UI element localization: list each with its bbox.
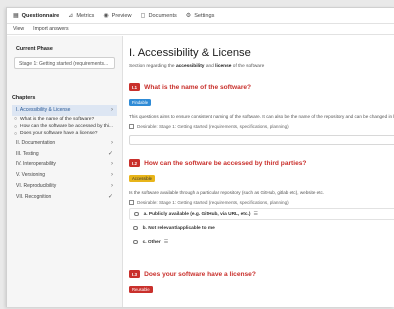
sidebar: Current Phase Stage 1: Getting started (…	[7, 36, 123, 307]
desirable-row: Desirable: Stage 1: Getting started (req…	[129, 200, 394, 205]
chapter-label: II. Documentation	[16, 139, 56, 146]
status-badge: Findable	[129, 98, 152, 107]
answer-option[interactable]: b. Not relevant/applicable to me	[129, 222, 394, 234]
phase-select[interactable]: Stage 1: Getting started (requirements..…	[14, 57, 115, 69]
sidebar-item-documentation[interactable]: II. Documentation ›	[12, 137, 117, 148]
sidebar-question[interactable]: ○ What is the name of the software?	[12, 116, 117, 123]
option-label: c. Other	[142, 239, 161, 245]
question-description: Is the software available through a part…	[129, 190, 325, 195]
import-answers-menu[interactable]: Import answers	[33, 26, 68, 32]
chevron-right-icon: ›	[111, 161, 113, 168]
answer-input[interactable]	[129, 135, 394, 145]
chapter-label: I. Accessibility & License	[16, 107, 71, 114]
sidebar-question[interactable]: ○ Does your software have a license?	[12, 130, 117, 137]
radio-icon[interactable]	[133, 239, 138, 245]
desc-bold-license: license	[215, 64, 232, 69]
radio-icon[interactable]	[133, 225, 138, 231]
question-number: I.3	[129, 270, 141, 278]
chevron-right-icon: ›	[111, 107, 113, 114]
desirable-label: Desirable: Stage 1: Getting started (req…	[137, 124, 289, 129]
desc-text: of the software	[231, 64, 265, 69]
sidebar-item-testing[interactable]: III. Testing ✓	[12, 148, 117, 159]
question-title: How can the software be accessed by thir…	[144, 159, 307, 167]
chapter-label: V. Versioning	[16, 172, 46, 179]
tab-label: Questionnaire	[21, 12, 60, 19]
info-icon[interactable]: ☰	[164, 239, 168, 245]
desc-text: and	[204, 64, 216, 69]
chevron-right-icon: ›	[111, 172, 113, 179]
question-block: I.1 What is the name of the software? Fi…	[129, 83, 394, 145]
answer-option[interactable]: c. Other ☰	[129, 236, 394, 248]
sidebar-item-accessibility-license[interactable]: I. Accessibility & License ›	[12, 105, 117, 116]
check-icon: ✓	[107, 194, 113, 201]
tab-documents[interactable]: ◻ Documents	[140, 12, 177, 20]
desirable-label: Desirable: Stage 1: Getting started (req…	[137, 200, 289, 205]
app-window: ▦ Questionnaire ⊿ Metrics ◉ Preview ◻ Do…	[6, 7, 394, 307]
chapters-title: Chapters	[12, 95, 36, 101]
tab-preview[interactable]: ◉ Preview	[103, 12, 132, 20]
desirable-checkbox[interactable]	[129, 200, 134, 205]
chapter-label: VI. Reproducibility	[16, 182, 57, 189]
radio-icon[interactable]	[134, 211, 139, 217]
question-icon: ○	[14, 123, 18, 130]
question-description: This questions aims to ensure consistent…	[129, 114, 394, 119]
table-icon: ▦	[13, 13, 19, 19]
documents-icon: ◻	[140, 13, 146, 19]
chart-icon: ⊿	[68, 13, 74, 19]
sidebar-question[interactable]: ○ How can the software be accessed by th…	[12, 123, 117, 130]
chevron-right-icon: ›	[111, 182, 113, 189]
question-label: Does your software have a license?	[20, 131, 98, 137]
question-title: Does your software have a license?	[144, 270, 256, 278]
question-number: I.2	[129, 159, 141, 167]
tab-label: Documents	[148, 12, 177, 19]
main-content: I. Accessibility & License Section regar…	[123, 36, 394, 307]
sidebar-item-recognition[interactable]: VII. Recognition ✓	[12, 191, 117, 202]
tab-label: Preview	[111, 12, 132, 19]
desirable-row: Desirable: Stage 1: Getting started (req…	[129, 124, 394, 129]
settings-icon: ⚙	[185, 13, 192, 19]
sidebar-item-reproducibility[interactable]: VI. Reproducibility ›	[12, 181, 117, 192]
page-title: I. Accessibility & License	[129, 47, 251, 59]
question-label: How can the software be accessed by thi.…	[20, 124, 114, 130]
chevron-right-icon: ›	[111, 139, 113, 146]
sidebar-item-versioning[interactable]: V. Versioning ›	[12, 170, 117, 181]
view-menu[interactable]: View	[13, 26, 24, 32]
tab-metrics[interactable]: ⊿ Metrics	[68, 12, 95, 20]
answer-option[interactable]: a. Publicly available (e.g. GitHub, via …	[129, 208, 394, 220]
status-badge: Reusable	[129, 285, 153, 294]
tab-label: Metrics	[76, 12, 95, 19]
desc-bold-accessibility: accessibility	[175, 64, 205, 69]
status-badge: Accessible	[129, 174, 156, 183]
question-icon: ○	[14, 130, 18, 137]
question-block: I.2 How can the software be accessed by …	[129, 159, 394, 248]
question-icon: ○	[14, 116, 18, 123]
sidebar-item-interoperability[interactable]: IV. Interoperability ›	[12, 159, 117, 170]
eye-icon: ◉	[103, 13, 109, 19]
desirable-checkbox[interactable]	[129, 124, 134, 129]
chapter-label: IV. Interoperability	[16, 161, 56, 168]
question-label: What is the name of the software?	[20, 116, 95, 122]
option-label: b. Not relevant/applicable to me	[142, 225, 215, 231]
tab-settings[interactable]: ⚙ Settings	[185, 12, 215, 20]
current-phase-title: Current Phase	[16, 46, 53, 52]
sub-navigation: View Import answers	[7, 24, 394, 35]
info-icon[interactable]: ☰	[254, 211, 258, 217]
tab-questionnaire[interactable]: ▦ Questionnaire	[13, 12, 60, 20]
question-number: I.1	[129, 83, 141, 91]
question-block: I.3 Does your software have a license? R…	[129, 270, 394, 296]
question-title: What is the name of the software?	[144, 83, 252, 91]
top-navigation: ▦ Questionnaire ⊿ Metrics ◉ Preview ◻ Do…	[7, 8, 394, 24]
check-icon: ✓	[107, 151, 113, 158]
desc-text: Section regarding the	[129, 64, 176, 69]
section-description: Section regarding the accessibility and …	[129, 64, 394, 69]
option-label: a. Publicly available (e.g. GitHub, via …	[143, 211, 251, 217]
chapter-label: VII. Recognition	[16, 193, 52, 200]
chapter-label: III. Testing	[16, 150, 39, 157]
tab-label: Settings	[194, 12, 215, 19]
